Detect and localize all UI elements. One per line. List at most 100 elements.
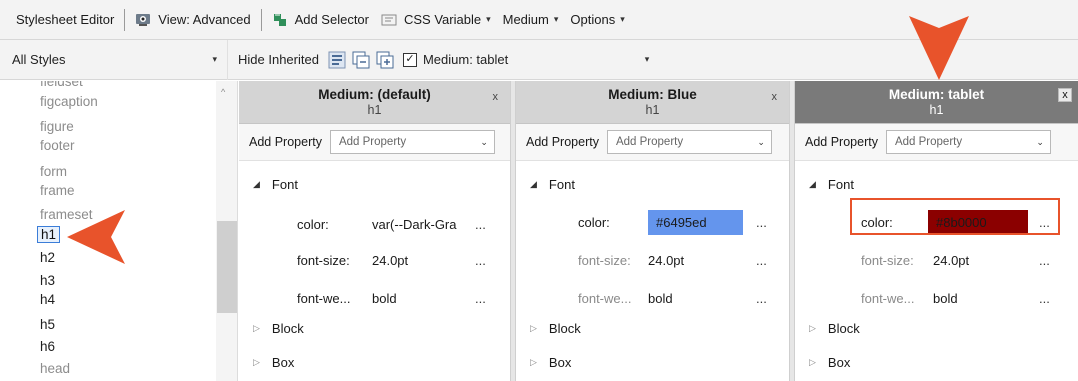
column-header: Medium: Blue h1 x [516, 81, 789, 124]
block-group-label: Block [271, 321, 304, 336]
add-property-combobox[interactable]: Add Property ⌄ [329, 130, 495, 154]
toolbar-divider [260, 8, 262, 31]
checkmark-icon[interactable]: ✓ [402, 52, 417, 67]
hide-inherited-button[interactable]: Hide Inherited [232, 46, 325, 74]
list-item-selected[interactable]: h1 [37, 226, 61, 243]
add-selector-label: Add Selector [294, 12, 369, 27]
collapsed-triangle-icon: ▷ [253, 357, 260, 367]
add-property-label: Add Property [249, 135, 322, 149]
medium-select-dropdown[interactable]: ▾ [514, 54, 650, 65]
styles-filter-value: All Styles [12, 52, 66, 67]
close-icon[interactable]: x [493, 91, 499, 103]
styles-filter-dropdown[interactable]: All Styles ▾ [0, 39, 228, 80]
column-title: Medium: Blue [608, 87, 697, 102]
column-selector: h1 [929, 103, 944, 117]
close-icon[interactable]: x [1058, 88, 1072, 102]
list-item[interactable]: fieldset [40, 81, 83, 89]
medium-label: Medium [502, 12, 549, 27]
property-row[interactable]: font-we... bold ... [795, 291, 1078, 311]
chevron-down-icon: ▾ [620, 14, 625, 24]
property-value[interactable]: 24.0pt [933, 253, 969, 268]
property-row[interactable]: color: var(--Dark-Gra ... [239, 217, 510, 237]
block-group[interactable]: ▷ Block [809, 321, 860, 336]
add-property-label: Add Property [805, 135, 878, 149]
medium-menu[interactable]: Medium ▾ [497, 6, 565, 34]
property-value[interactable]: bold [648, 291, 673, 306]
property-value[interactable]: 24.0pt [372, 253, 408, 268]
css-variable-menu[interactable]: CSS Variable ▾ [375, 6, 497, 34]
add-property-combobox[interactable]: Add Property ⌄ [606, 130, 772, 154]
list-item[interactable]: head [40, 361, 70, 376]
property-name: font-size: [578, 253, 631, 268]
column-selector: h1 [645, 103, 660, 117]
block-group[interactable]: ▷ Block [253, 321, 304, 336]
add-property-combobox[interactable]: Add Property ⌄ [885, 130, 1051, 154]
view-mode-button[interactable]: View: Advanced [129, 6, 256, 34]
box-group[interactable]: ▷ Box [809, 355, 850, 370]
list-item[interactable]: h4 [40, 292, 55, 307]
options-menu[interactable]: Options ▾ [564, 6, 630, 34]
view-mode-label: View: Advanced [158, 12, 251, 27]
font-group[interactable]: ◢ Font [809, 177, 854, 192]
block-group[interactable]: ▷ Block [530, 321, 581, 336]
chevron-down-icon: ⌄ [1036, 136, 1044, 147]
list-item[interactable]: h5 [40, 317, 55, 332]
property-name: color: [578, 215, 610, 230]
show-details-icon[interactable] [325, 46, 349, 74]
font-group[interactable]: ◢ Font [253, 177, 298, 192]
highlight-callout-box [850, 198, 1060, 235]
property-row[interactable]: font-we... bold ... [239, 291, 510, 311]
scroll-up-icon[interactable]: ^ [221, 87, 225, 97]
property-row[interactable]: font-we... bold ... [516, 291, 789, 311]
more-button[interactable]: ... [756, 291, 767, 306]
property-value[interactable]: bold [933, 291, 958, 306]
property-value[interactable]: 24.0pt [648, 253, 684, 268]
property-row[interactable]: font-size: 24.0pt ... [239, 253, 510, 273]
expanded-triangle-icon: ◢ [253, 179, 260, 189]
more-button[interactable]: ... [756, 215, 767, 230]
list-item[interactable]: h2 [40, 250, 55, 265]
box-group[interactable]: ▷ Box [253, 355, 294, 370]
medium-checkbox[interactable]: ✓ Medium: tablet [397, 46, 514, 74]
more-button[interactable]: ... [475, 253, 486, 268]
column-title: Medium: (default) [318, 87, 431, 102]
chevron-down-icon: ▾ [644, 54, 650, 64]
list-item[interactable]: h3 [40, 273, 55, 288]
list-item[interactable]: footer [40, 138, 75, 153]
more-button[interactable]: ... [1039, 253, 1050, 268]
add-selector-button[interactable]: Add Selector [266, 6, 375, 34]
property-name: font-size: [297, 253, 350, 268]
property-row[interactable]: font-size: 24.0pt ... [795, 253, 1078, 273]
property-value[interactable]: var(--Dark-Gra [372, 217, 457, 232]
more-button[interactable]: ... [1039, 291, 1050, 306]
property-name: font-we... [861, 291, 915, 306]
options-label: Options [570, 12, 616, 27]
collapsed-triangle-icon: ▷ [809, 323, 816, 333]
property-row[interactable]: font-size: 24.0pt ... [516, 253, 789, 273]
expand-all-icon[interactable] [373, 46, 397, 74]
list-item[interactable]: figure [40, 119, 74, 134]
property-value[interactable]: bold [372, 291, 397, 306]
column-header: Medium: (default) h1 x [239, 81, 510, 124]
add-property-row: Add Property Add Property ⌄ [516, 124, 789, 161]
close-icon[interactable]: x [772, 91, 778, 103]
color-value-blue[interactable]: #6495ed [648, 210, 743, 235]
font-group[interactable]: ◢ Font [530, 177, 575, 192]
list-item[interactable]: frame [40, 183, 75, 198]
font-group-label: Font [271, 177, 298, 192]
box-group[interactable]: ▷ Box [530, 355, 571, 370]
list-item[interactable]: h6 [40, 339, 55, 354]
scrollbar-thumb[interactable] [217, 221, 237, 313]
more-button[interactable]: ... [756, 253, 767, 268]
list-item[interactable]: figcaption [40, 94, 98, 109]
box-group-label: Box [271, 355, 295, 370]
property-name: font-size: [861, 253, 914, 268]
css-variable-icon [381, 12, 397, 28]
block-group-label: Block [827, 321, 860, 336]
property-row[interactable]: color: #6495ed ... [516, 208, 789, 238]
list-item[interactable]: form [40, 164, 67, 179]
property-name: font-we... [578, 291, 632, 306]
more-button[interactable]: ... [475, 217, 486, 232]
more-button[interactable]: ... [475, 291, 486, 306]
collapse-all-icon[interactable] [349, 46, 373, 74]
